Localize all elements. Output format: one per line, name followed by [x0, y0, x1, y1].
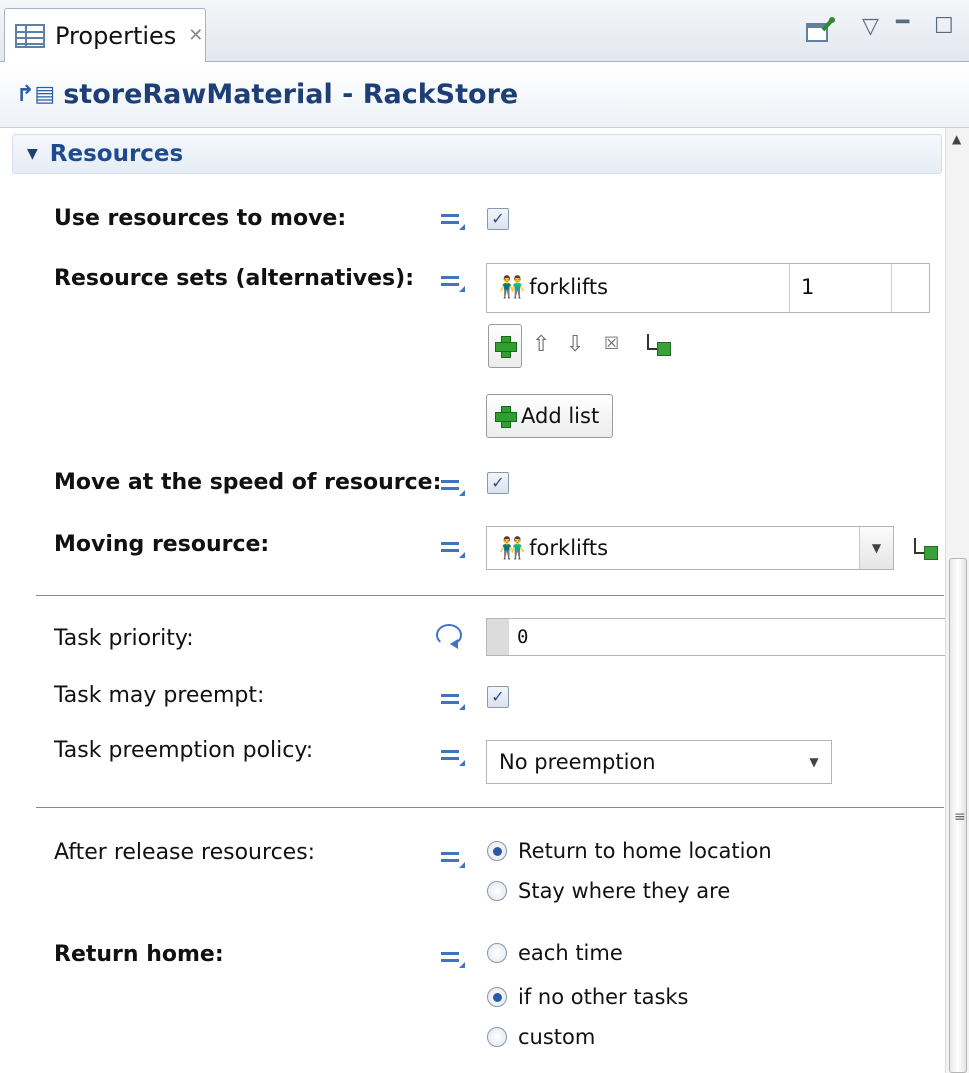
collapse-caret-icon[interactable]: ▼: [27, 146, 38, 162]
static-value-equals-icon[interactable]: [441, 950, 465, 970]
static-value-equals-icon[interactable]: [441, 274, 465, 294]
static-value-equals-icon[interactable]: [441, 540, 465, 560]
properties-content: ▼ Resources Use resources to move: ✓ Res…: [0, 128, 946, 1073]
remove-icon[interactable]: ☒: [604, 334, 619, 354]
pin-icon[interactable]: [806, 16, 836, 50]
resource-sets-label: Resource sets (alternatives):: [54, 266, 414, 291]
divider: [36, 807, 944, 808]
chevron-down-icon[interactable]: ▼: [859, 527, 893, 569]
radio-each-time[interactable]: [487, 943, 507, 963]
tab-label: Properties: [55, 21, 177, 50]
select-from-tree-icon[interactable]: [912, 536, 938, 560]
page-title: storeRawMaterial - RackStore: [63, 79, 519, 110]
moving-resource-value: 👬 forklifts: [499, 536, 609, 560]
radio-label: Return to home location: [518, 839, 772, 863]
divider: [36, 595, 944, 596]
properties-view-icon: [15, 23, 45, 48]
radio-return-home-location[interactable]: [487, 841, 507, 861]
task-preempt-label: Task may preempt:: [54, 683, 265, 708]
view-menu-icon[interactable]: ▽: [862, 14, 879, 39]
add-list-label: Add list: [521, 404, 600, 428]
static-value-equals-icon[interactable]: [441, 212, 465, 232]
preemption-policy-select[interactable]: No preemption ▼: [486, 740, 832, 784]
move-down-icon[interactable]: ⇩: [566, 332, 584, 357]
tab-close-icon[interactable]: ✕: [188, 25, 203, 46]
radio-custom[interactable]: [487, 1027, 507, 1047]
radio-label: Stay where they are: [518, 879, 731, 903]
task-priority-label: Task priority:: [54, 626, 194, 651]
return-home-label: Return home:: [54, 942, 224, 967]
element-title-bar: ↱▤ storeRawMaterial - RackStore: [0, 62, 969, 128]
after-release-label: After release resources:: [54, 840, 316, 865]
dynamic-value-icon[interactable]: [436, 624, 462, 649]
resource-quantity-cell[interactable]: 1: [801, 275, 814, 299]
static-value-equals-icon[interactable]: [441, 478, 465, 498]
resource-pool-icon: 👬: [499, 275, 526, 299]
vertical-scrollbar[interactable]: ▲ ≡: [945, 128, 969, 1073]
moving-resource-select[interactable]: 👬 forklifts ▼: [486, 526, 894, 570]
move-speed-checkbox[interactable]: ✓: [487, 472, 509, 494]
resource-pool-icon: 👬: [499, 536, 526, 560]
task-priority-value: 0: [517, 626, 529, 648]
radio-label: custom: [518, 1025, 596, 1049]
properties-tab[interactable]: Properties ✕: [4, 8, 206, 62]
maximize-icon[interactable]: ☐: [934, 14, 954, 39]
static-value-equals-icon[interactable]: [441, 692, 465, 712]
scroll-up-arrow-icon[interactable]: ▲: [952, 132, 961, 146]
plus-icon: [495, 336, 517, 358]
chevron-down-icon[interactable]: ▼: [797, 741, 831, 783]
input-gutter: [487, 619, 509, 655]
static-value-equals-icon[interactable]: [441, 748, 465, 768]
select-from-tree-icon[interactable]: [645, 332, 671, 356]
preemption-policy-value: No preemption: [499, 750, 656, 774]
task-priority-input[interactable]: 0: [486, 618, 946, 656]
move-speed-label: Move at the speed of resource:: [54, 470, 442, 495]
task-preempt-checkbox[interactable]: ✓: [487, 686, 509, 708]
add-resource-button[interactable]: [488, 324, 522, 368]
column-divider: [891, 264, 892, 312]
plus-icon: [495, 406, 517, 428]
view-tab-bar: Properties ✕ ▽ ━ ☐: [0, 0, 969, 62]
radio-label: if no other tasks: [518, 985, 689, 1009]
radio-stay-where-they-are[interactable]: [487, 881, 507, 901]
add-list-button[interactable]: Add list: [486, 394, 613, 438]
use-resources-label: Use resources to move:: [54, 206, 347, 231]
radio-label: each time: [518, 941, 623, 965]
resource-sets-table[interactable]: 👬 forklifts 1: [486, 263, 930, 313]
section-title: Resources: [49, 141, 184, 167]
use-resources-checkbox[interactable]: ✓: [487, 208, 509, 230]
radio-if-no-other-tasks[interactable]: [487, 987, 507, 1007]
scroll-thumb[interactable]: ≡: [949, 558, 967, 1073]
section-header-resources[interactable]: ▼ Resources: [12, 134, 942, 174]
preemption-policy-label: Task preemption policy:: [54, 738, 314, 763]
minimize-icon[interactable]: ━: [896, 10, 909, 35]
move-up-icon[interactable]: ⇧: [532, 332, 550, 357]
resource-name-cell: forklifts: [529, 275, 609, 299]
static-value-equals-icon[interactable]: [441, 850, 465, 870]
rackstore-block-icon: ↱▤: [16, 82, 56, 107]
scroll-grip-icon: ≡: [954, 809, 966, 825]
moving-resource-label: Moving resource:: [54, 532, 270, 557]
table-row[interactable]: 👬 forklifts: [499, 275, 608, 300]
column-divider: [789, 264, 790, 312]
